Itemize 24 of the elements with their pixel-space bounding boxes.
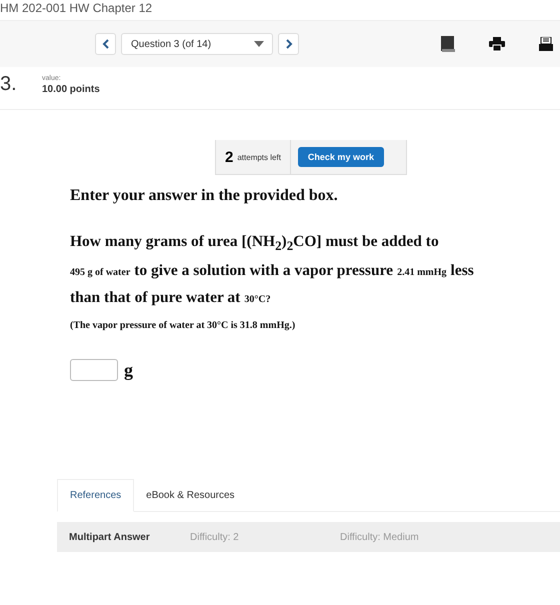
- question-dropdown[interactable]: Question 3 (of 14): [121, 33, 273, 55]
- points-value: 10.00 points: [42, 84, 100, 95]
- previous-button[interactable]: [95, 33, 116, 55]
- chevron-right-icon: [284, 39, 292, 49]
- print-icon[interactable]: [489, 37, 505, 51]
- note-text: (The vapor pressure of water at 30°C is 31.8 mmHg.): [70, 320, 296, 332]
- question-number: 3.: [0, 73, 18, 96]
- book-icon[interactable]: [441, 36, 455, 52]
- caret-icon: [254, 41, 264, 47]
- unit-label: g: [124, 360, 133, 381]
- info-text: Multipart Answer: [69, 532, 151, 543]
- info-text: Difficulty: 2: [190, 532, 240, 543]
- instruction-text: Enter your answer in the provided box.: [70, 187, 339, 205]
- next-button[interactable]: [278, 33, 299, 55]
- attempts-count: 2: [225, 148, 234, 166]
- archive-icon[interactable]: [539, 37, 553, 51]
- info-text: Difficulty: Medium: [340, 532, 420, 543]
- check-my-work-button[interactable]: Check my work: [298, 147, 384, 167]
- attempts-label: attempts left: [237, 152, 281, 162]
- answer-field[interactable]: [70, 359, 118, 382]
- assignment-title: HM 202-001 HW Chapter 12: [0, 0, 154, 17]
- chevron-left-icon: [102, 39, 110, 49]
- tab[interactable]: References: [57, 479, 134, 512]
- question-text: How many grams of urea [(NH$_{2}$)$_{2}$CO] must be added to 495 g of water to give a solution with a vapor pressure 2.41 mmHg less than that of pure water at 30°C?: [70, 232, 475, 308]
